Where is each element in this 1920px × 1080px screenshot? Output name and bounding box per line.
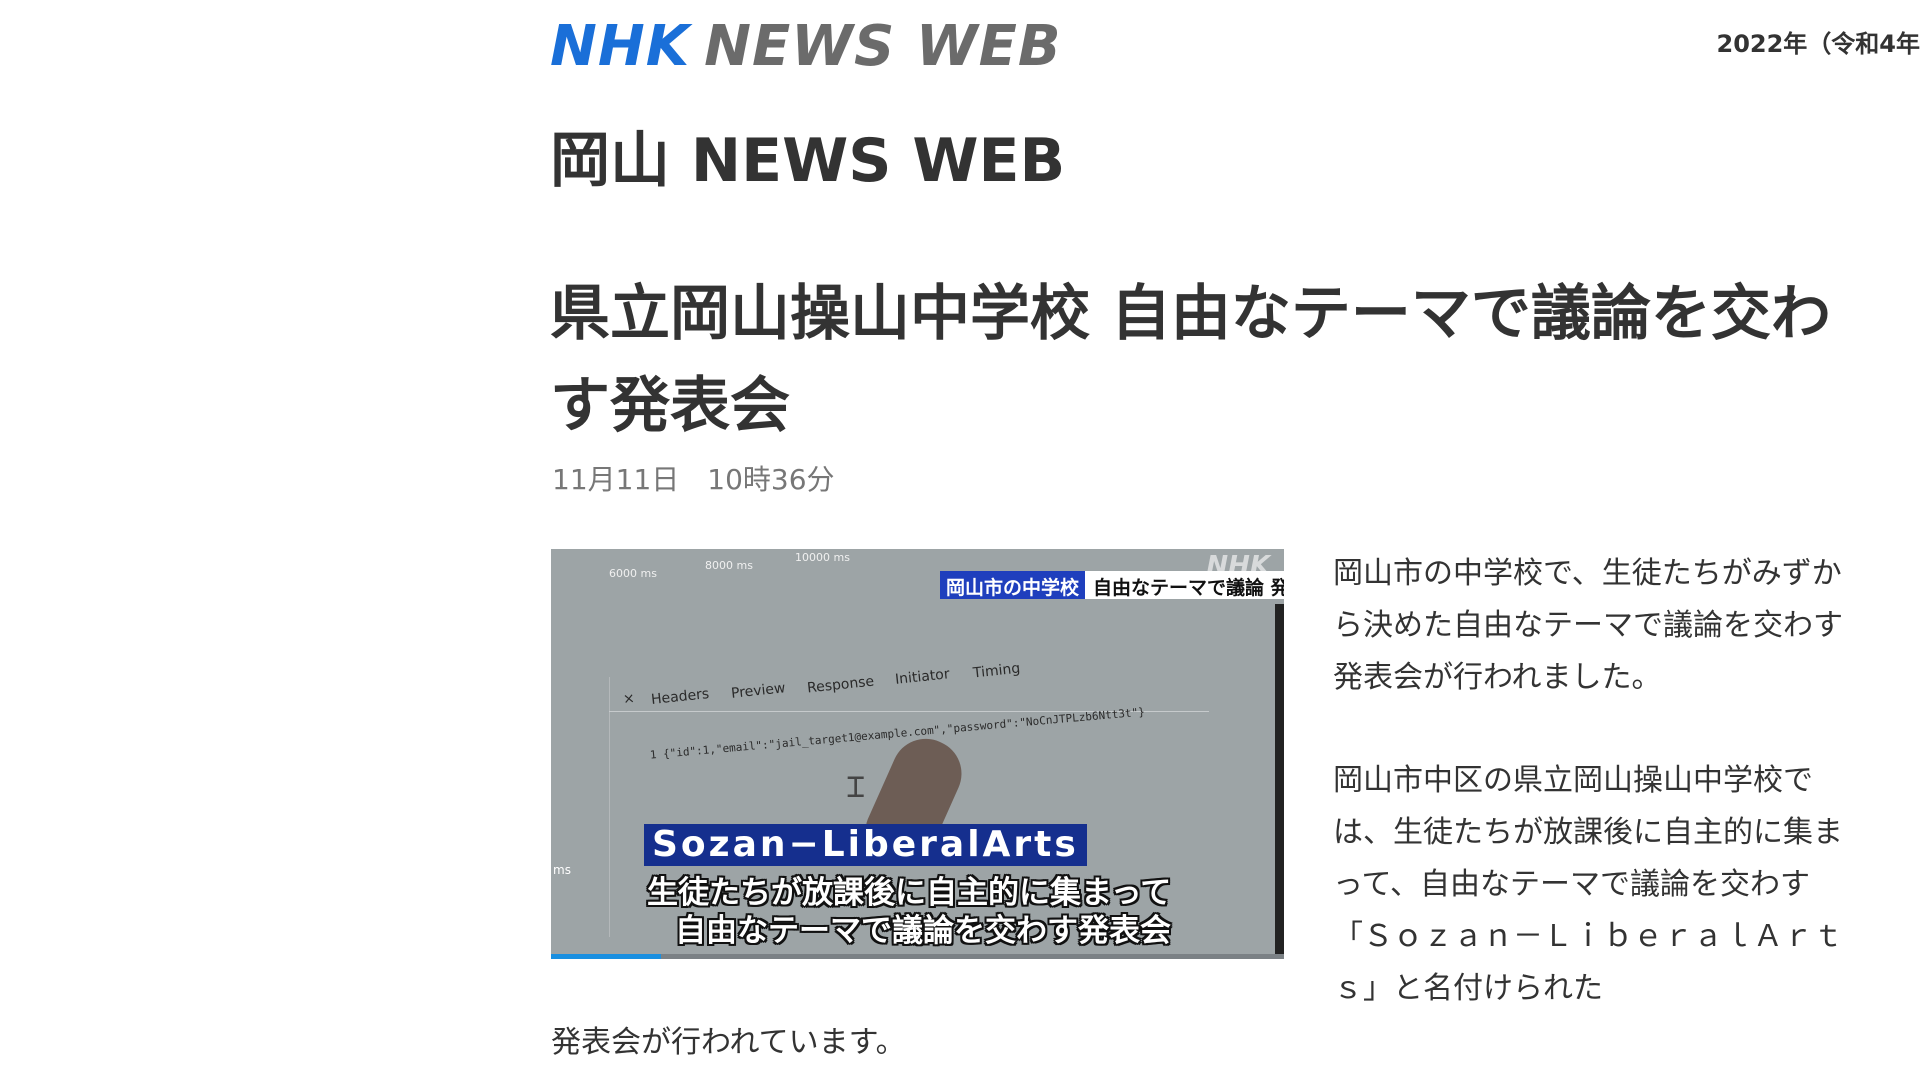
screen-tab: Headers (650, 685, 710, 709)
subtitle-line: 自由なテーマで議論を交わす発表会 (675, 913, 1171, 949)
screen-tab: Timing (972, 660, 1022, 682)
article-paragraph-continued: 発表会が行われています。 (551, 1025, 906, 1060)
site-header: NHK NEWS WEB 2022年（令和4年 (550, 14, 1920, 79)
screen-tick-label: 8000 ms (705, 559, 753, 572)
screen-tab-close: × (622, 690, 636, 708)
text-cursor-icon: Ꮖ (847, 771, 866, 804)
article-timestamp: 11月11日 10時36分 (552, 463, 835, 496)
logo-nhk-text: NHK (550, 14, 691, 79)
caption-location: 岡山市の中学校 (940, 571, 1086, 599)
nhk-news-web-logo[interactable]: NHK NEWS WEB (550, 14, 1062, 79)
video-edge-bar (1275, 604, 1284, 954)
logo-newsweb-text: NEWS WEB (704, 14, 1062, 79)
article-paragraph: 岡山市の中学校で、生徒たちがみずから決めた自由なテーマで議論を交わす発表会が行わ… (1333, 556, 1843, 695)
video-progress-bar[interactable] (551, 954, 1284, 959)
screen-ms-label: ms (553, 863, 571, 877)
article-headline: 県立岡山操山中学校 自由なテーマで議論を交わす発表会 (550, 279, 1831, 441)
subtitle-title: Sozan−LiberalArts (644, 824, 1087, 866)
screen-tick-label: 10000 ms (795, 551, 850, 564)
article-paragraph: 岡山市中区の県立岡山操山中学校では、生徒たちが放課後に自主的に集まって、自由なテ… (1333, 763, 1843, 1006)
screen-tab: Preview (730, 680, 787, 702)
news-video-player[interactable]: 6000 ms 8000 ms 10000 ms × Headers Previ… (551, 549, 1284, 959)
nhk-watermark: NHK (1206, 551, 1270, 581)
video-progress-fill (551, 954, 661, 959)
region-title[interactable]: 岡山 NEWS WEB (550, 112, 1065, 199)
screen-devtools-tabs: × Headers Preview Response Initiator Tim… (609, 661, 1209, 712)
screen-divider (609, 677, 610, 937)
screen-tab: Initiator (894, 666, 951, 688)
header-date: 2022年（令和4年 (1716, 30, 1920, 58)
screen-tick-label: 6000 ms (609, 567, 657, 580)
screen-tab: Response (806, 673, 875, 697)
